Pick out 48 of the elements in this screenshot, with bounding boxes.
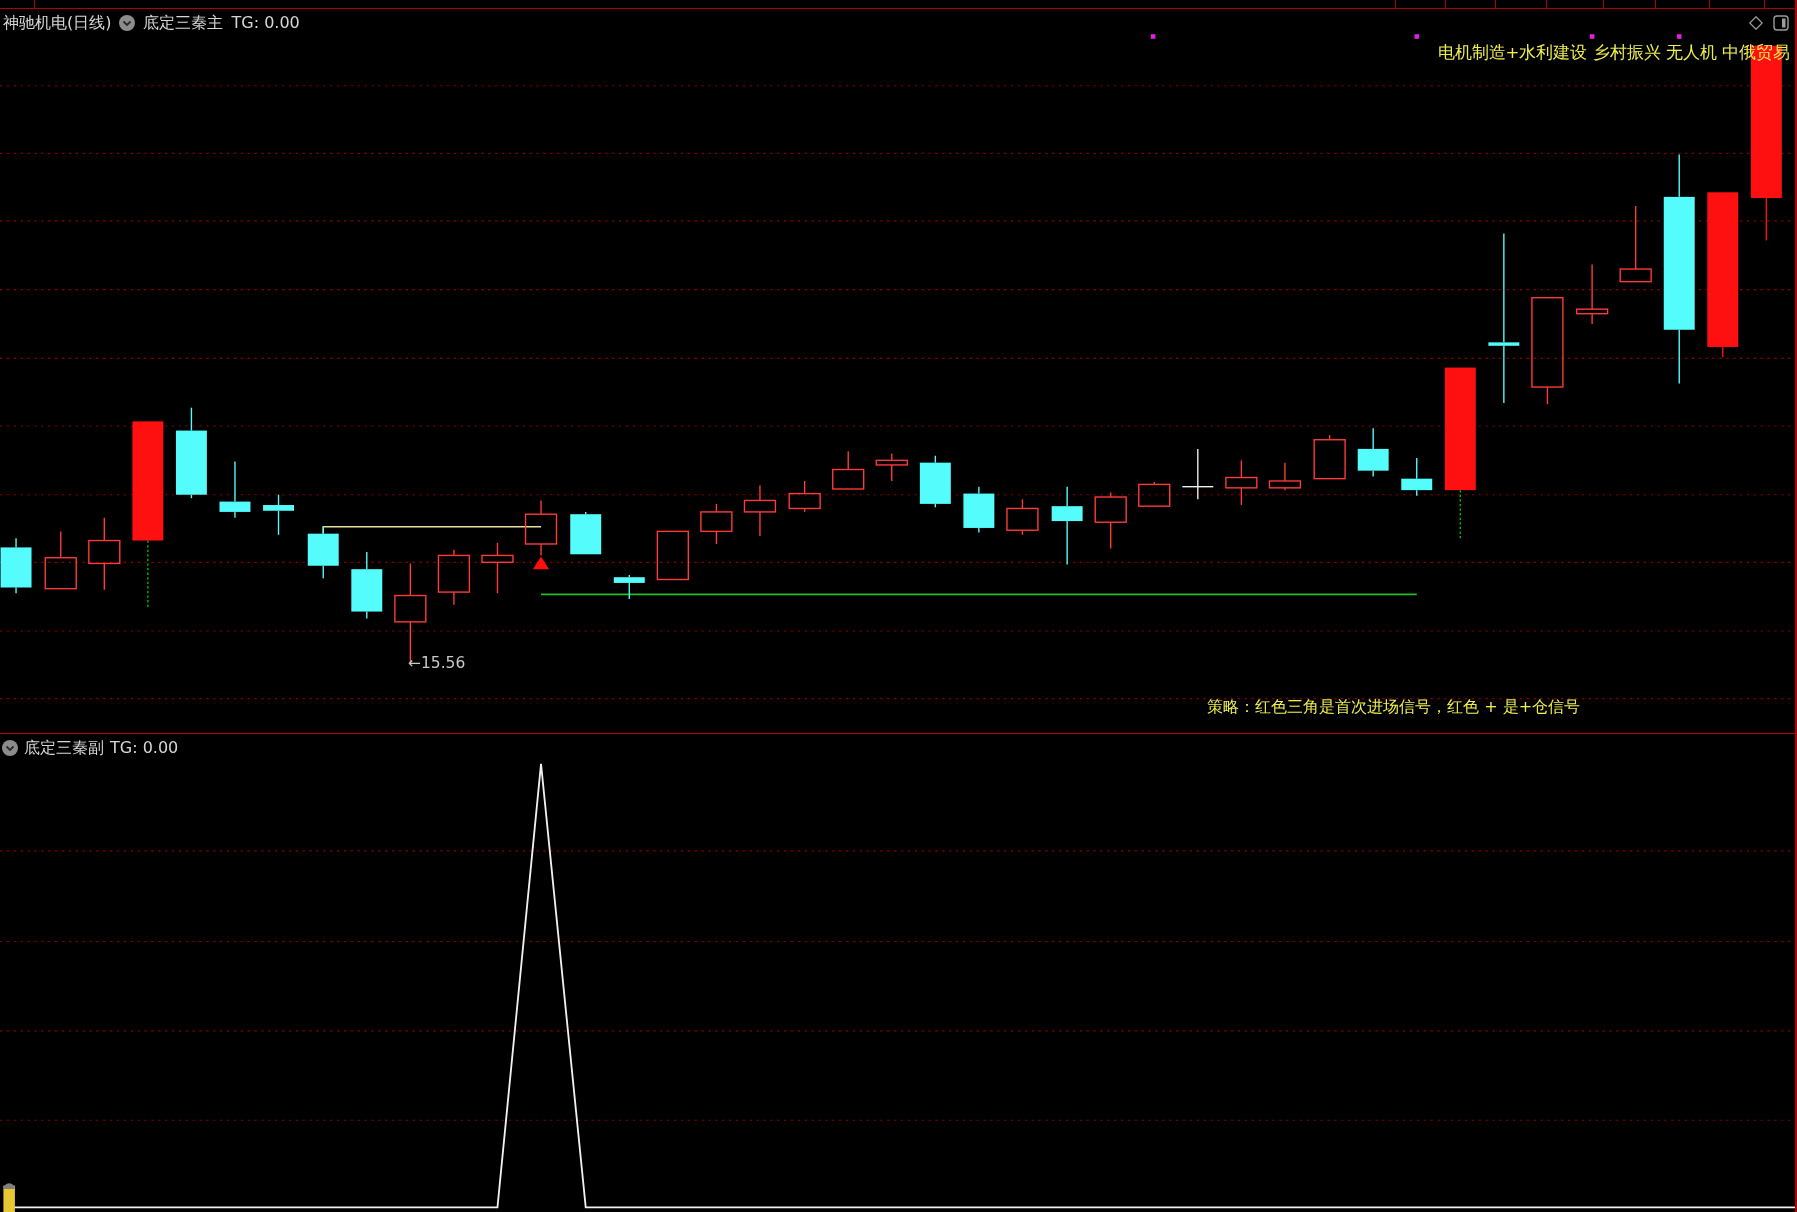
dotted-line — [1459, 489, 1461, 539]
handle-icon[interactable] — [3, 1183, 15, 1212]
candle — [44, 530, 77, 590]
candle — [1138, 481, 1171, 507]
candle — [700, 503, 733, 545]
strategy-note: 策略：红色三角是首次进场信号，红色 + 是+仓信号 — [1207, 697, 1581, 717]
dot-marker-icon — [1150, 34, 1156, 39]
candle — [0, 537, 32, 594]
candle — [1268, 461, 1302, 491]
candle — [1006, 498, 1039, 536]
candle — [1575, 263, 1609, 325]
doji-candle — [1181, 448, 1214, 500]
candle — [351, 551, 383, 620]
candle — [570, 511, 602, 555]
candle — [1401, 457, 1433, 497]
indicator-name: 底定三秦主 — [143, 13, 224, 33]
candle — [743, 484, 777, 537]
dot-marker-icon — [1676, 34, 1682, 39]
dot-marker-icon — [1414, 34, 1420, 39]
candle — [1357, 427, 1389, 478]
dot-marker-icon — [1589, 34, 1595, 39]
candle — [1313, 434, 1346, 480]
dotted-line — [147, 539, 149, 608]
candle — [919, 455, 951, 508]
candle — [656, 530, 689, 581]
candle — [788, 480, 821, 513]
diamond-icon[interactable] — [1749, 16, 1763, 30]
stock-title: 神驰机电(日线) — [3, 13, 112, 33]
candle — [524, 499, 558, 557]
dropdown-icon[interactable] — [119, 15, 136, 31]
candle — [1094, 491, 1127, 550]
indicator-name: 底定三秦副 — [24, 738, 104, 758]
tg-value: TG: 0.00 — [231, 13, 300, 33]
candle — [963, 486, 995, 534]
candle — [437, 549, 471, 606]
candle — [1225, 459, 1258, 506]
low-price-label: ←15.56 — [408, 653, 466, 672]
candle — [307, 526, 339, 580]
panel-toggle-icon[interactable] — [1773, 15, 1789, 31]
candle — [481, 542, 514, 594]
tg-value: TG: 0.00 — [110, 738, 179, 758]
candle — [263, 494, 294, 536]
candle — [875, 452, 908, 482]
dropdown-icon[interactable] — [2, 740, 18, 756]
candle — [219, 460, 251, 519]
candle — [613, 574, 645, 600]
triangle-marker-icon — [533, 556, 550, 570]
candle — [832, 450, 865, 490]
